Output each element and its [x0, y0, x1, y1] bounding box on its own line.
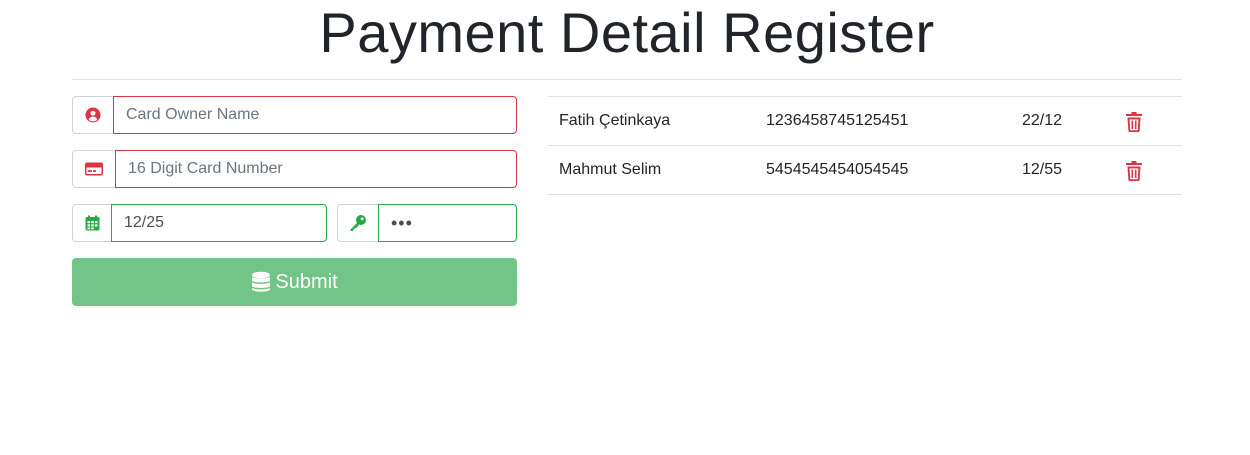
divider [72, 79, 1182, 80]
trash-icon[interactable] [1120, 158, 1148, 184]
cvv-input[interactable] [378, 204, 517, 242]
key-icon [337, 204, 378, 242]
user-circle-icon [72, 96, 113, 134]
card-number-input[interactable] [115, 150, 517, 188]
calendar-icon [72, 204, 111, 242]
owner-input-group [72, 96, 517, 134]
owner-name-cell: Fatih Çetinkaya [559, 112, 671, 129]
card-owner-name-input[interactable] [113, 96, 517, 134]
card-number-input-group [72, 150, 517, 188]
cvv-input-group [337, 204, 517, 242]
expiry-cell: 12/55 [1022, 161, 1063, 178]
submit-button[interactable]: Submit [72, 258, 517, 306]
page-title: Payment Detail Register [319, 1, 935, 64]
database-icon [251, 271, 271, 293]
expiry-cell: 22/12 [1022, 112, 1063, 129]
expiry-input-group [72, 204, 327, 242]
expiry-date-input[interactable] [111, 204, 327, 242]
owner-name-cell: Mahmut Selim [559, 161, 662, 178]
table-row[interactable]: Fatih Çetinkaya 1236458745125451 22/12 [548, 97, 1182, 146]
table-row[interactable]: Mahmut Selim 5454545454054545 12/55 [548, 146, 1182, 195]
submit-label: Submit [275, 270, 338, 293]
credit-card-icon [72, 150, 115, 188]
card-number-cell: 5454545454054545 [766, 161, 909, 178]
card-number-cell: 1236458745125451 [766, 112, 909, 129]
trash-icon[interactable] [1120, 109, 1148, 135]
payment-list: Fatih Çetinkaya 1236458745125451 22/12 M… [548, 96, 1182, 195]
